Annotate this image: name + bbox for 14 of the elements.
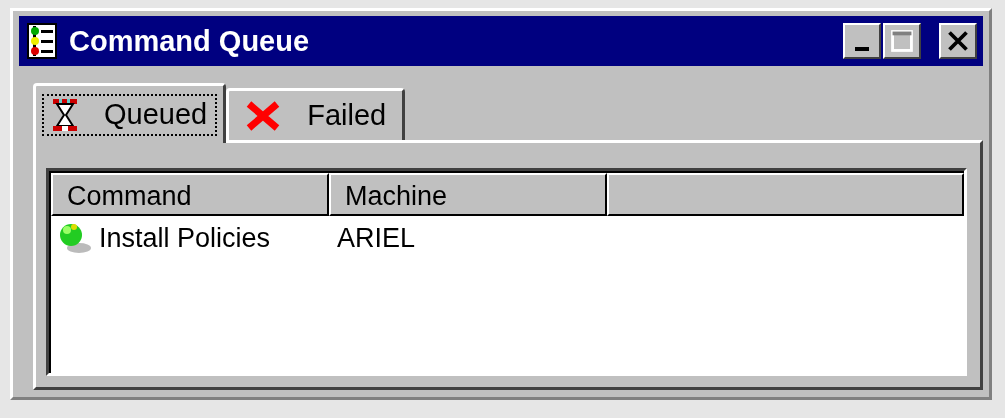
column-header[interactable]: Command <box>51 173 329 216</box>
maximize-button[interactable] <box>883 23 921 59</box>
minimize-button[interactable] <box>843 23 881 59</box>
tab[interactable]: Queued <box>33 83 227 143</box>
cross-icon <box>245 100 282 131</box>
checklist-icon <box>27 23 57 59</box>
table-cell: Install Policies <box>99 222 271 254</box>
column-header[interactable]: Machine <box>329 173 607 216</box>
window-title: Command Queue <box>69 24 311 58</box>
hourglass-icon <box>52 97 78 132</box>
table-cell-text: ARIEL <box>336 222 416 254</box>
minimize-icon <box>855 47 869 51</box>
tab[interactable]: Failed <box>226 88 406 140</box>
close-button[interactable] <box>939 23 977 59</box>
